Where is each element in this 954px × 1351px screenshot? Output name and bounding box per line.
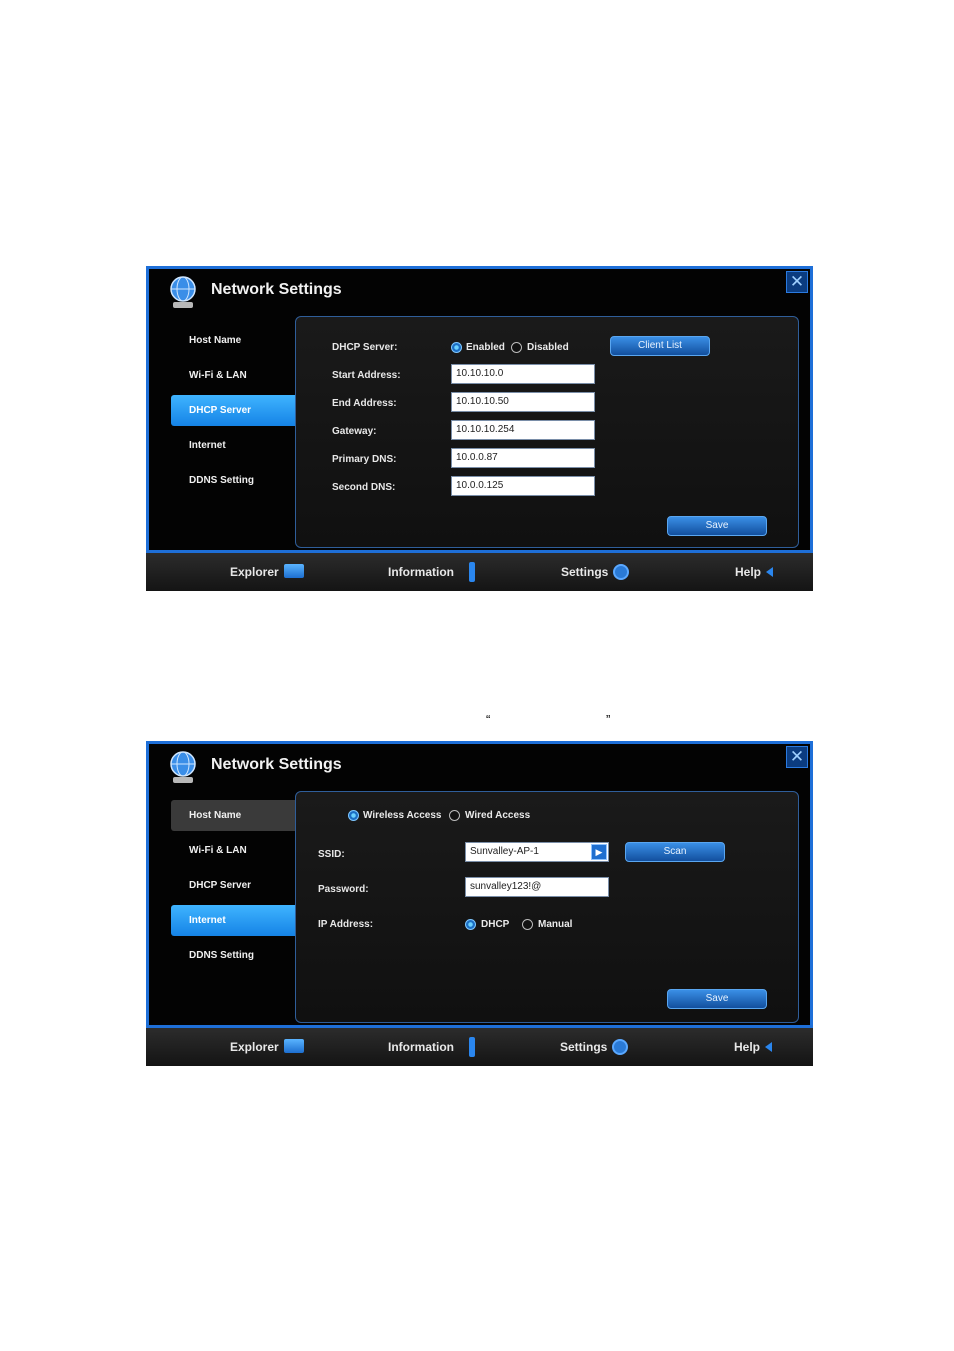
window-frame: Network Settings ✕ Host Name Wi-Fi & LAN… [146, 741, 813, 1028]
sidebar-item-ddns-setting[interactable]: DDNS Setting [171, 465, 297, 496]
window-title: Network Settings [211, 756, 342, 773]
sidebar-item-dhcp-server[interactable]: DHCP Server [171, 870, 297, 901]
nav-information[interactable]: Information [388, 565, 454, 579]
gear-icon [613, 564, 629, 580]
nav-help[interactable]: Help [735, 565, 761, 579]
explorer-icon [284, 564, 304, 578]
wireless-access-label: Wireless Access [363, 810, 442, 821]
sidebar: Host Name Wi-Fi & LAN DHCP Server Intern… [171, 325, 297, 500]
password-input[interactable]: sunvalley123!@ [465, 877, 609, 897]
primary-dns-label: Primary DNS: [332, 454, 397, 465]
close-icon[interactable]: ✕ [786, 271, 808, 293]
password-label: Password: [318, 884, 369, 895]
network-settings-window-dhcp: Network Settings ✕ Host Name Wi-Fi & LAN… [146, 266, 813, 591]
sidebar-item-internet[interactable]: Internet [171, 430, 297, 461]
globe-icon [170, 751, 196, 783]
end-address-input[interactable]: 10.10.10.50 [451, 392, 595, 412]
ssid-label: SSID: [318, 849, 345, 860]
start-address-input[interactable]: 10.10.10.0 [451, 364, 595, 384]
second-dns-label: Second DNS: [332, 482, 396, 493]
sidebar: Host Name Wi-Fi & LAN DHCP Server Intern… [171, 800, 297, 975]
gateway-input[interactable]: 10.10.10.254 [451, 420, 595, 440]
disabled-radio[interactable] [511, 342, 522, 353]
exclamation-icon [469, 562, 475, 582]
ip-address-label: IP Address: [318, 919, 374, 930]
sidebar-item-ddns-setting[interactable]: DDNS Setting [171, 940, 297, 971]
disabled-label: Disabled [527, 342, 569, 353]
nav-settings[interactable]: Settings [561, 565, 608, 579]
manual-label: Manual [538, 919, 573, 930]
nav-explorer[interactable]: Explorer [230, 1040, 279, 1054]
client-list-button[interactable]: Client List [610, 336, 710, 356]
quote-close: ” [606, 712, 611, 727]
sidebar-item-internet[interactable]: Internet [171, 905, 297, 936]
bottom-nav: Explorer Information Settings Help [146, 1028, 813, 1066]
nav-information[interactable]: Information [388, 1040, 454, 1054]
dhcp-server-label: DHCP Server: [332, 342, 398, 353]
network-settings-window-internet: Network Settings ✕ Host Name Wi-Fi & LAN… [146, 741, 813, 1066]
caption-line: “ ” [0, 712, 954, 732]
help-arrow-icon [766, 567, 773, 577]
window-title: Network Settings [211, 281, 342, 298]
window-frame: Network Settings ✕ Host Name Wi-Fi & LAN… [146, 266, 813, 553]
end-address-label: End Address: [332, 398, 397, 409]
ssid-select[interactable]: Sunvalley-AP-1 [465, 842, 609, 862]
second-dns-input[interactable]: 10.0.0.125 [451, 476, 595, 496]
enabled-radio[interactable] [451, 342, 462, 353]
wired-access-label: Wired Access [465, 810, 531, 821]
dhcp-radio[interactable] [465, 919, 476, 930]
sidebar-item-wifi-lan[interactable]: Wi-Fi & LAN [171, 835, 297, 866]
globe-icon [170, 276, 196, 308]
settings-panel: Wireless Access Wired Access SSID: Sunva… [295, 791, 799, 1023]
enabled-label: Enabled [466, 342, 505, 353]
sidebar-item-host-name[interactable]: Host Name [171, 325, 297, 356]
wired-access-radio[interactable] [449, 810, 460, 821]
manual-radio[interactable] [522, 919, 533, 930]
quote-open: “ [486, 712, 491, 727]
settings-panel: DHCP Server: Enabled Disabled Client Lis… [295, 316, 799, 548]
help-arrow-icon [765, 1042, 772, 1052]
sidebar-item-host-name[interactable]: Host Name [171, 800, 297, 831]
sidebar-item-wifi-lan[interactable]: Wi-Fi & LAN [171, 360, 297, 391]
dhcp-label: DHCP [481, 919, 510, 930]
nav-help[interactable]: Help [734, 1040, 760, 1054]
gear-icon [612, 1039, 628, 1055]
wireless-access-radio[interactable] [348, 810, 359, 821]
nav-settings[interactable]: Settings [560, 1040, 607, 1054]
nav-explorer[interactable]: Explorer [230, 565, 279, 579]
scan-button[interactable]: Scan [625, 842, 725, 862]
primary-dns-input[interactable]: 10.0.0.87 [451, 448, 595, 468]
dropdown-arrow-icon[interactable]: ▶ [591, 844, 607, 860]
start-address-label: Start Address: [332, 370, 401, 381]
close-icon[interactable]: ✕ [786, 746, 808, 768]
exclamation-icon [469, 1037, 475, 1057]
sidebar-item-dhcp-server[interactable]: DHCP Server [171, 395, 297, 426]
gateway-label: Gateway: [332, 426, 377, 437]
save-button[interactable]: Save [667, 989, 767, 1009]
bottom-nav: Explorer Information Settings Help [146, 553, 813, 591]
save-button[interactable]: Save [667, 516, 767, 536]
explorer-icon [284, 1039, 304, 1053]
